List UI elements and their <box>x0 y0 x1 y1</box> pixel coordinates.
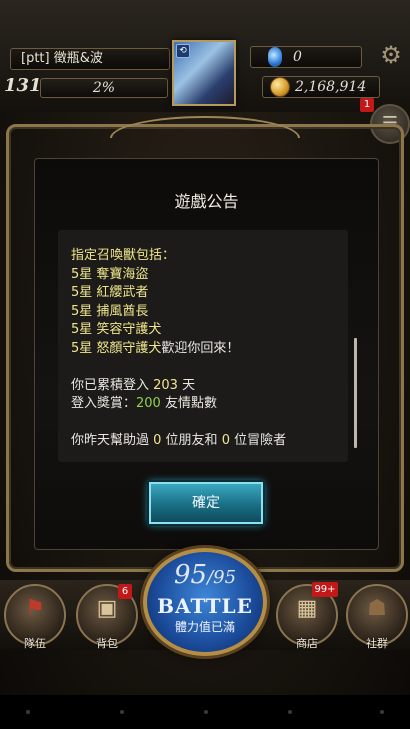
text-span: 友情點數 <box>160 396 217 411</box>
system-nav-dot[interactable] <box>204 710 208 714</box>
system-nav-dot[interactable] <box>26 710 30 714</box>
player-name: [ptt] 徵瓶&波 <box>10 48 170 70</box>
exp-bar: 2% <box>40 78 168 98</box>
friend-points-value: 200 <box>136 396 161 411</box>
bag-badge: 6 <box>118 584 132 599</box>
text-span: 你昨天幫助過 <box>71 433 154 448</box>
text-line: 5星 怒顏守護犬歡迎你回來！ <box>71 340 341 359</box>
player-level: 131 <box>4 75 42 96</box>
shop-badge: 99+ <box>312 582 338 597</box>
text-span: 你已累積登入 <box>71 377 154 393</box>
bag-label: 背包 <box>96 637 118 650</box>
menu-notification-badge: 1 <box>360 98 374 112</box>
people-icon: ☗ <box>367 596 387 621</box>
text-line: 5星 笑容守護犬 <box>71 322 162 337</box>
treasure-chest-icon: ▦ <box>296 596 318 621</box>
text-line: 登入獎賞：200 友情點數 <box>71 395 341 414</box>
announcement-text: 指定召喚獸包括： 5星 奪寶海盜 5星 紅纓武者 5星 捕風酋長 5星 笑容守護… <box>71 247 341 451</box>
gold-coin-icon <box>270 77 290 97</box>
login-days-value: 203 <box>153 377 178 393</box>
backpack-icon: ▣ <box>96 596 118 621</box>
stamina-counter: 95/95 <box>143 560 267 590</box>
frame-crest <box>110 116 300 138</box>
settings-gear-icon[interactable]: ⚙ <box>372 40 410 70</box>
stamina-current: 95 <box>173 560 208 590</box>
text-span: 登入獎賞： <box>71 396 137 411</box>
text-line: 5星 捕風酋長 <box>71 303 149 319</box>
social-label: 社群 <box>366 637 388 650</box>
gem-icon <box>268 47 282 67</box>
text-span: 歡迎你回來！ <box>161 340 240 356</box>
text-line: 5星 紅纓武者 <box>71 285 149 300</box>
text-line: 5星 奪寶海盜 <box>71 266 149 282</box>
text-span: 天 <box>177 377 196 393</box>
confirm-button[interactable]: 確定 <box>149 482 263 524</box>
flag-icon: ⚑ <box>25 596 45 621</box>
avatar-badge-icon: ⟲ <box>176 44 190 58</box>
game-screen: [ptt] 徵瓶&波 131 2% ⟲ 0 2,168,914 ⚙ ☰ 1 遊戲… <box>0 0 410 729</box>
text-line: 指定召喚獸包括： <box>71 248 176 263</box>
text-line: 你昨天幫助過 0 位朋友和 0 位冒險者 <box>71 432 341 451</box>
content-scrollbar[interactable] <box>354 338 357 448</box>
stamina-status: 體力值已滿 <box>174 620 235 634</box>
battle-label: BATTLE <box>157 594 253 618</box>
dialog-title: 遊戲公告 <box>174 192 239 211</box>
system-nav-dot[interactable] <box>380 710 384 714</box>
system-nav-dot[interactable] <box>288 710 292 714</box>
text-span: 位朋友和 <box>161 433 222 448</box>
adventurers-helped-value: 0 <box>221 433 230 448</box>
gem-counter[interactable]: 0 <box>250 46 362 68</box>
shop-label: 商店 <box>296 637 318 650</box>
text-line: 你已累積登入 203 天 <box>71 377 341 396</box>
text-span: 5星 怒顏守護犬 <box>71 340 162 356</box>
text-span: 位冒險者 <box>229 433 287 448</box>
team-label: 隊伍 <box>24 637 46 650</box>
system-nav-dot[interactable] <box>120 710 124 714</box>
stamina-max: /95 <box>207 567 237 588</box>
